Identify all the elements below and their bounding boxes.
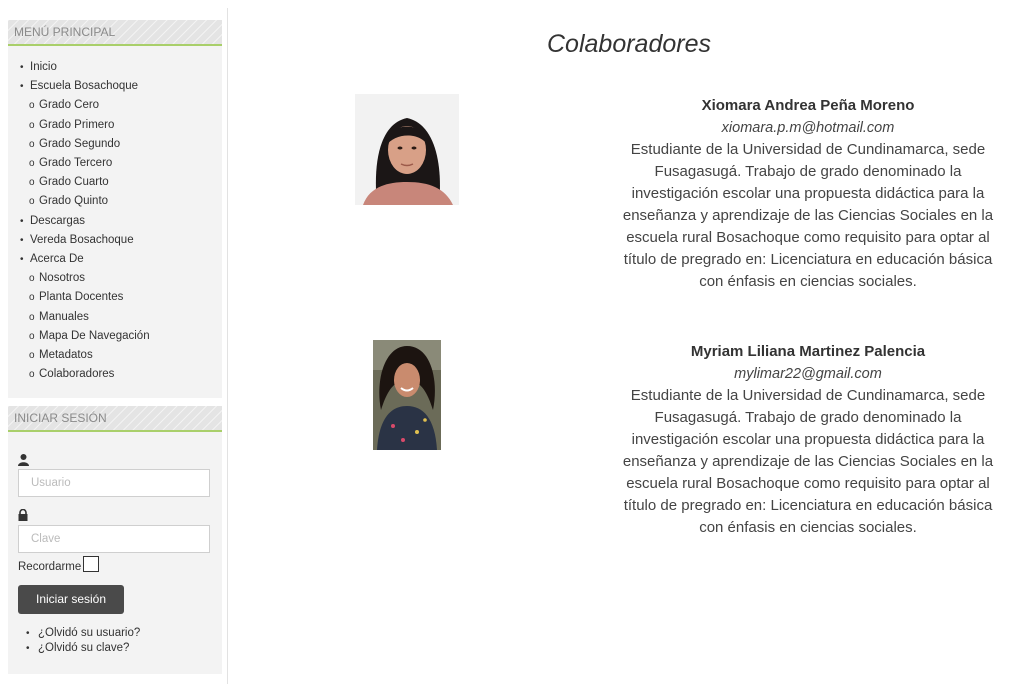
login-title: INICIAR SESIÓN xyxy=(8,406,222,433)
collaborator-email: mylimar22@gmail.com xyxy=(734,366,882,382)
menu-link[interactable]: Mapa De Navegación xyxy=(39,330,150,342)
password-input[interactable] xyxy=(18,525,210,554)
menu-item-acerca-de[interactable]: • Acerca De xyxy=(8,250,222,269)
menu-link[interactable]: Manuales xyxy=(39,311,89,323)
menu-item-grado-cero[interactable]: o Grado Cero xyxy=(8,96,222,115)
menu-link[interactable]: Descargas xyxy=(30,215,85,227)
menu-link[interactable]: Vereda Bosachoque xyxy=(30,234,134,246)
bio-line: con énfasis en ciencias sociales. xyxy=(699,519,917,536)
menu-item-grado-cuarto[interactable]: o Grado Cuarto xyxy=(8,173,222,192)
login-form: Recordarme Iniciar sesión •¿Olvidó su us… xyxy=(8,432,222,674)
main-menu-list: • Inicio • Escuela Bosachoque o Grado Cero … xyxy=(8,46,222,398)
bio-line: investigación escolar una propuesta didá… xyxy=(631,431,985,448)
menu-link[interactable]: Nosotros xyxy=(39,272,85,284)
menu-item-escuela-bosachoque[interactable]: • Escuela Bosachoque xyxy=(8,77,222,96)
menu-item-nosotros[interactable]: o Nosotros xyxy=(8,269,222,288)
bio-line: Estudiante de la Universidad de Cundinam… xyxy=(630,141,986,158)
collaborator-photo xyxy=(373,340,441,450)
menu-link[interactable]: Grado Primero xyxy=(39,119,114,131)
menu-item-manuales[interactable]: o Manuales xyxy=(8,308,222,327)
bio-line: Estudiante de la Universidad de Cundinam… xyxy=(630,387,986,404)
menu-link[interactable]: Grado Quinto xyxy=(39,195,108,207)
menu-item-mapa-navegacion[interactable]: o Mapa De Navegación xyxy=(8,327,222,346)
sidebar-divider xyxy=(227,8,228,684)
main-menu-title: MENÚ PRINCIPAL xyxy=(8,20,222,46)
bio-line: con énfasis en ciencias sociales. xyxy=(699,273,917,290)
menu-link[interactable]: Grado Cero xyxy=(39,99,99,111)
bio-line: título de pregrado en: Licenciatura en e… xyxy=(623,497,993,514)
forgot-username-item: • ¿Olvidó su usuario? xyxy=(26,627,141,640)
forgot-username-link[interactable]: ¿Olvidó su usuario? xyxy=(38,627,140,639)
menu-item-grado-tercero[interactable]: o Grado Tercero xyxy=(8,154,222,173)
login-button[interactable]: Iniciar sesión xyxy=(18,585,125,615)
menu-item-inicio[interactable]: • Inicio xyxy=(8,58,222,77)
username-input[interactable] xyxy=(18,469,210,498)
user-icon xyxy=(18,454,29,467)
bio-line: enseñanza y aprendizaje de las Ciencias … xyxy=(622,207,994,224)
menu-link[interactable]: Grado Segundo xyxy=(39,138,120,150)
collaborator-bio: Xiomara Andrea Peña Moreno xiomara.p.m@h… xyxy=(588,95,1023,293)
menu-item-vereda-bosachoque[interactable]: • Vereda Bosachoque xyxy=(8,231,222,250)
menu-link[interactable]: Acerca De xyxy=(30,253,84,265)
collaborator-email: xiomara.p.m@hotmail.com xyxy=(721,120,895,136)
menu-link[interactable]: Planta Docentes xyxy=(39,291,123,303)
bio-line: Fusagasugá. Trabajo de grado denominado … xyxy=(654,409,962,426)
menu-link[interactable]: Colaboradores xyxy=(39,368,114,380)
sidebar: MENÚ PRINCIPAL • Inicio • Escuela Bosachoq… xyxy=(8,20,222,682)
menu-link[interactable]: Metadatos xyxy=(39,349,93,361)
collaborator-bio: Myriam Liliana Martinez Palencia mylimar… xyxy=(588,341,1023,539)
remember-row: Recordarme xyxy=(18,556,212,574)
login-links: • ¿Olvidó su usuario? • ¿Olvidó su clave? xyxy=(18,626,212,656)
menu-link[interactable]: Grado Tercero xyxy=(39,157,112,169)
bio-line: escuela rural Bosachoque como requisito … xyxy=(626,229,990,246)
menu-item-grado-segundo[interactable]: o Grado Segundo xyxy=(8,135,222,154)
collaborator-name: Xiomara Andrea Peña Moreno xyxy=(701,97,915,114)
forgot-password-item: • ¿Olvidó su clave? xyxy=(26,642,130,655)
menu-item-grado-primero[interactable]: o Grado Primero xyxy=(8,116,222,135)
menu-item-grado-quinto[interactable]: o Grado Quinto xyxy=(8,192,222,211)
menu-item-colaboradores[interactable]: o Colaboradores xyxy=(8,365,222,384)
lock-icon xyxy=(18,509,28,522)
login-module: INICIAR SESIÓN Recordarme Iniciar sesión… xyxy=(8,406,222,675)
forgot-password-link[interactable]: ¿Olvidó su clave? xyxy=(38,642,129,654)
bio-line: escuela rural Bosachoque como requisito … xyxy=(626,475,990,492)
main-menu-module: MENÚ PRINCIPAL • Inicio • Escuela Bosachoq… xyxy=(8,20,222,399)
page-title: Colaboradores xyxy=(547,30,711,58)
remember-checkbox[interactable] xyxy=(83,556,100,573)
menu-item-descargas[interactable]: • Descargas xyxy=(8,212,222,231)
remember-label: Recordarme xyxy=(18,561,82,574)
menu-item-planta-docentes[interactable]: o Planta Docentes xyxy=(8,288,222,307)
menu-link[interactable]: Grado Cuarto xyxy=(39,176,109,188)
menu-link[interactable]: Escuela Bosachoque xyxy=(30,80,138,92)
bio-line: investigación escolar una propuesta didá… xyxy=(631,185,985,202)
menu-item-metadatos[interactable]: o Metadatos xyxy=(8,346,222,365)
collaborator-name: Myriam Liliana Martinez Palencia xyxy=(690,343,926,360)
bio-line: título de pregrado en: Licenciatura en e… xyxy=(623,251,993,268)
bio-line: Fusagasugá. Trabajo de grado denominado … xyxy=(654,163,962,180)
collaborator-photo xyxy=(355,94,459,205)
bio-line: enseñanza y aprendizaje de las Ciencias … xyxy=(622,453,994,470)
menu-link[interactable]: Inicio xyxy=(30,61,57,73)
